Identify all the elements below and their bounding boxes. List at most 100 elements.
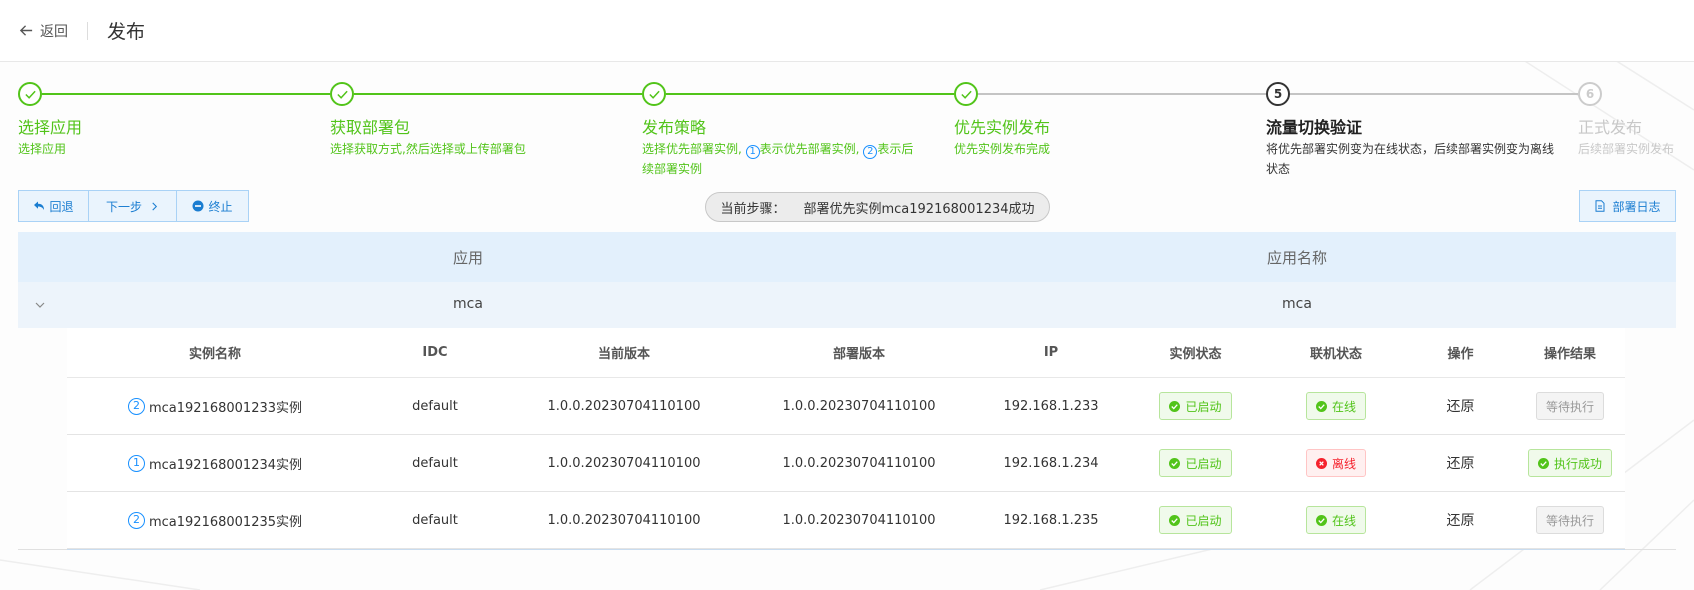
status-badge: 离线 bbox=[1305, 449, 1366, 477]
priority-badge: 2 bbox=[127, 511, 145, 529]
online-status-cell: 离线 bbox=[1266, 449, 1406, 477]
rollback-button[interactable]: 回退 bbox=[19, 191, 89, 221]
status-text: 在线 bbox=[1331, 399, 1356, 414]
rollback-label: 回退 bbox=[49, 199, 74, 214]
ip-cell: 192.168.1.235 bbox=[1003, 512, 1099, 528]
priority-1-badge: 1 bbox=[745, 145, 760, 159]
ip-cell: 192.168.1.233 bbox=[1003, 398, 1099, 414]
check-icon bbox=[960, 90, 972, 99]
document-icon bbox=[1595, 200, 1605, 212]
restore-link[interactable]: 还原 bbox=[1447, 396, 1475, 416]
col-current-version: 当前版本 bbox=[597, 347, 650, 362]
col-result: 操作结果 bbox=[1543, 347, 1596, 362]
online-status-cell: 在线 bbox=[1266, 506, 1406, 534]
check-icon bbox=[648, 90, 660, 99]
instance-name-cell: 2 mca192168001235实例 bbox=[67, 511, 363, 530]
stop-label: 终止 bbox=[208, 199, 233, 214]
stop-button[interactable]: 终止 bbox=[177, 191, 248, 221]
instance-status-cell: 已启动 bbox=[1125, 506, 1266, 534]
app-table-header: 应用 应用名称 bbox=[18, 232, 1676, 282]
step-connector-3 bbox=[666, 93, 954, 95]
result-badge: 等待执行 bbox=[1535, 392, 1604, 420]
current-step-indicator: 当前步骤： 部署优先实例mca192168001234成功 bbox=[705, 192, 1050, 222]
minus-circle-icon bbox=[192, 200, 204, 212]
arrow-left-icon bbox=[19, 25, 33, 36]
instance-table: 实例名称 IDC 当前版本 部署版本 IP 实例状态 联机状态 操作 操作结果 … bbox=[67, 328, 1625, 549]
result-text: 执行成功 bbox=[1553, 456, 1602, 471]
step-5-desc: 将优先部署实例变为在线状态，后续部署实例变为离线状态 bbox=[1266, 142, 1555, 176]
instance-status-cell: 已启动 bbox=[1125, 449, 1266, 477]
result-badge: 执行成功 bbox=[1527, 449, 1612, 477]
priority-badge: 1 bbox=[127, 454, 145, 472]
step-3-title: 发布策略 bbox=[642, 118, 707, 137]
page-header: 返回 发布 bbox=[0, 0, 1694, 62]
ip-cell: 192.168.1.234 bbox=[1003, 455, 1099, 471]
table-row: 2 mca192168001235实例 default 1.0.0.202307… bbox=[67, 492, 1625, 549]
step-connector-2 bbox=[354, 93, 642, 95]
back-label: 返回 bbox=[40, 23, 68, 40]
app-table-row[interactable]: mca mca bbox=[18, 282, 1676, 328]
app-column-header: 应用 bbox=[452, 248, 483, 267]
status-badge: 在线 bbox=[1305, 392, 1366, 420]
check-circle-icon bbox=[1315, 514, 1327, 526]
instance-name-cell: 1 mca192168001234实例 bbox=[67, 454, 363, 473]
priority-2-badge: 2 bbox=[863, 145, 878, 159]
table-row: 2 mca192168001233实例 default 1.0.0.202307… bbox=[67, 378, 1625, 435]
check-circle-icon bbox=[1169, 457, 1181, 469]
col-instance-status: 实例状态 bbox=[1169, 347, 1222, 362]
back-button[interactable]: 返回 bbox=[19, 21, 68, 41]
step-3-desc-part-b: 表示优先部署实例, bbox=[759, 142, 860, 156]
step-connector-5 bbox=[1290, 93, 1578, 95]
next-step-label: 下一步 bbox=[105, 199, 142, 214]
idc-cell: default bbox=[412, 455, 458, 471]
instance-name: mca192168001235实例 bbox=[148, 514, 303, 530]
step-2-node bbox=[330, 82, 354, 106]
instance-table-header: 实例名称 IDC 当前版本 部署版本 IP 实例状态 联机状态 操作 操作结果 bbox=[67, 328, 1625, 378]
step-3-desc-part-a: 选择优先部署实例, bbox=[642, 142, 742, 156]
step-5-node: 5 bbox=[1266, 82, 1290, 106]
step-1-node bbox=[18, 82, 42, 106]
action-button-group: 回退 下一步 终止 bbox=[18, 190, 249, 222]
step-5-title: 流量切换验证 bbox=[1266, 118, 1363, 137]
check-icon bbox=[336, 90, 348, 99]
status-text: 已启动 bbox=[1185, 513, 1222, 528]
status-text: 在线 bbox=[1331, 513, 1356, 528]
result-badge: 等待执行 bbox=[1535, 506, 1604, 534]
col-instance-name: 实例名称 bbox=[188, 347, 241, 362]
step-4-desc: 优先实例发布完成 bbox=[954, 142, 1051, 156]
current-step-value: 部署优先实例mca192168001234成功 bbox=[803, 201, 1035, 217]
instance-status-cell: 已启动 bbox=[1125, 392, 1266, 420]
step-2-title: 获取部署包 bbox=[330, 118, 411, 137]
result-cell: 等待执行 bbox=[1515, 506, 1625, 534]
chevron-right-icon bbox=[152, 202, 158, 210]
close-circle-icon bbox=[1315, 457, 1327, 469]
deploy-log-button[interactable]: 部署日志 bbox=[1579, 190, 1676, 222]
restore-link[interactable]: 还原 bbox=[1447, 510, 1475, 530]
step-2-desc: 选择获取方式,然后选择或上传部署包 bbox=[330, 142, 526, 156]
check-circle-icon bbox=[1169, 514, 1181, 526]
col-ip: IP bbox=[1043, 345, 1059, 360]
header-divider bbox=[87, 21, 88, 40]
operation-cell: 还原 bbox=[1406, 510, 1515, 530]
page-title: 发布 bbox=[107, 21, 146, 43]
undo-icon bbox=[34, 201, 45, 210]
instance-table-bottom-border bbox=[67, 549, 1625, 550]
app-cell: mca bbox=[453, 296, 483, 312]
operation-cell: 还原 bbox=[1406, 396, 1515, 416]
operation-cell: 还原 bbox=[1406, 453, 1515, 473]
col-online-status: 联机状态 bbox=[1309, 347, 1362, 362]
step-4-title: 优先实例发布 bbox=[954, 118, 1051, 137]
restore-link[interactable]: 还原 bbox=[1447, 453, 1475, 473]
deploy-log-label: 部署日志 bbox=[1612, 199, 1661, 214]
col-deploy-version: 部署版本 bbox=[832, 347, 885, 362]
check-circle-icon bbox=[1315, 400, 1327, 412]
status-text: 已启动 bbox=[1185, 399, 1222, 414]
table-row: 1 mca192168001234实例 default 1.0.0.202307… bbox=[67, 435, 1625, 492]
step-3-node bbox=[642, 82, 666, 106]
step-4-node bbox=[954, 82, 978, 106]
current-version-cell: 1.0.0.20230704110100 bbox=[547, 455, 701, 471]
instance-name: mca192168001233实例 bbox=[148, 400, 303, 416]
current-version-cell: 1.0.0.20230704110100 bbox=[547, 398, 701, 414]
result-cell: 等待执行 bbox=[1515, 392, 1625, 420]
next-step-button[interactable]: 下一步 bbox=[89, 191, 177, 221]
